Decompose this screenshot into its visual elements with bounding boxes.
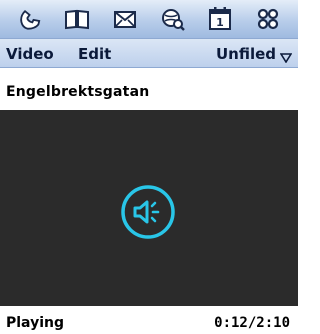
- playback-status-bar: Playing 0:12/2:10: [0, 306, 298, 334]
- playback-state: Playing: [6, 315, 64, 331]
- web-browser-app-button[interactable]: [156, 4, 190, 34]
- web-browser-icon: [159, 6, 187, 32]
- category-dropdown[interactable]: Unfiled: [215, 45, 293, 64]
- category-label: Unfiled: [215, 45, 276, 63]
- clip-title: Engelbrektsgatan: [6, 84, 150, 100]
- calendar-day-number: 1: [217, 16, 225, 29]
- calendar-app-button[interactable]: 1: [203, 4, 237, 34]
- speaker-icon: [120, 184, 176, 240]
- mail-app-button[interactable]: [108, 4, 142, 34]
- all-apps-button[interactable]: [251, 4, 285, 34]
- phone-icon: [16, 6, 44, 32]
- app-grid-icon: [256, 7, 280, 31]
- dropdown-triangle-icon: [279, 49, 293, 64]
- address-book-icon: [63, 7, 91, 31]
- calendar-icon: 1: [207, 6, 233, 32]
- phone-app-button[interactable]: [13, 4, 47, 34]
- menu-bar: Video Edit Unfiled: [0, 38, 298, 68]
- edit-menu[interactable]: Edit: [78, 45, 111, 63]
- mail-icon: [112, 8, 138, 30]
- playback-time: 0:12/2:10: [214, 315, 290, 331]
- video-display[interactable]: [0, 110, 298, 306]
- video-menu[interactable]: Video: [6, 45, 54, 63]
- address-book-app-button[interactable]: [60, 4, 94, 34]
- app-launcher-bar: 1: [0, 0, 298, 38]
